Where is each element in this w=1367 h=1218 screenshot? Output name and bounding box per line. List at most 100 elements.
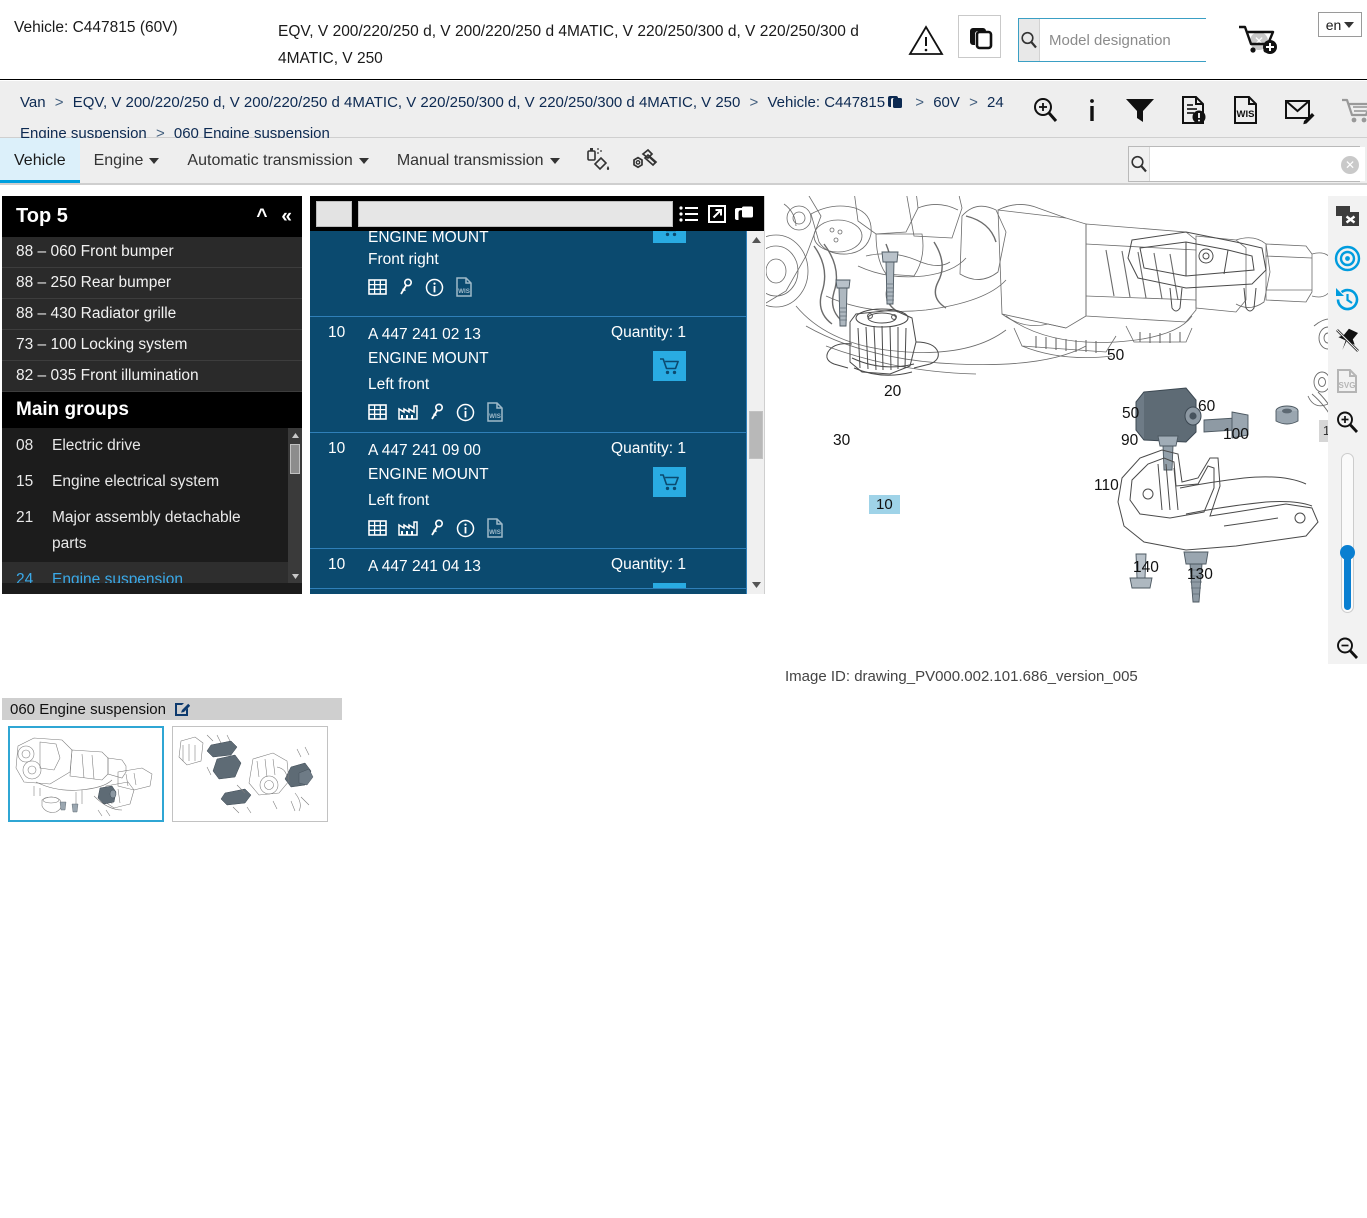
model-search-box[interactable]: ✕ [1018,18,1274,62]
tab-automatic-transmission[interactable]: Automatic transmission [173,138,382,183]
parts-position-filter[interactable] [316,200,352,227]
bolt-nut-icon[interactable] [630,146,660,176]
breadcrumb-item-vehicle[interactable]: Vehicle: C447815 [767,94,885,111]
scrollbar-thumb[interactable] [290,444,300,474]
table-row[interactable]: 10 A 447 241 04 13 Quantity: 1 [310,549,764,589]
sidebar-item-engine-electrical-system[interactable]: 15 Engine electrical system [2,464,302,500]
wis-document-icon[interactable]: WIS [486,518,504,538]
wis-document-icon[interactable]: WIS [486,402,504,422]
table-icon[interactable] [368,519,387,537]
copy-icon[interactable] [735,205,755,223]
breadcrumb-item-model[interactable]: EQV, V 200/220/250 d, V 200/220/250 d 4M… [73,94,741,111]
wrench-key-icon[interactable] [429,403,445,421]
list-view-icon[interactable] [679,205,699,223]
callout-90[interactable]: 90 [1121,432,1138,450]
wrench-key-icon[interactable] [429,519,445,537]
top5-item-0[interactable]: 88 – 060 Front bumper [2,237,302,268]
diagram-viewer[interactable]: 20 30 10 50 50 60 90 100 110 140 130 [766,196,1367,664]
callout-110[interactable]: 110 [1094,477,1119,495]
callout-50-lower[interactable]: 50 [1122,405,1139,423]
main-groups-title: Main groups [16,399,129,420]
reset-history-icon[interactable] [1333,285,1363,313]
breadcrumb-item-60v[interactable]: 60V [933,94,960,111]
copy-documents-button[interactable] [958,15,1001,58]
zoom-slider-handle[interactable] [1340,545,1355,560]
factory-icon[interactable] [398,403,418,421]
target-hotspot-icon[interactable] [1333,244,1363,272]
expand-icon[interactable] [708,204,726,223]
scroll-down-arrow-icon[interactable] [288,569,302,583]
info-circle-icon[interactable] [456,519,475,538]
cart-icon[interactable] [1340,95,1367,125]
zoom-slider[interactable] [1340,453,1355,613]
search-icon[interactable] [1019,19,1040,61]
paint-spray-icon[interactable] [584,146,614,176]
parts-search-box[interactable]: ✕ [1128,146,1365,182]
callout-60[interactable]: 60 [1198,398,1215,416]
wis-document-icon[interactable]: WIS [1232,95,1260,125]
scroll-down-arrow-icon[interactable] [747,576,764,594]
table-row[interactable]: 10 A 447 241 02 13 ENGINE MOUNT Left fro… [310,317,764,433]
svg-export-icon[interactable]: SVG [1333,367,1363,395]
parts-filter-input[interactable] [358,200,673,227]
add-to-cart-button[interactable] [653,231,686,243]
add-to-cart-button[interactable] [653,351,686,381]
language-selector[interactable]: en [1318,12,1362,37]
top5-item-1[interactable]: 88 – 250 Rear bumper [2,268,302,299]
info-circle-icon[interactable] [456,403,475,422]
add-to-cart-button[interactable] [653,583,686,588]
info-icon[interactable] [1084,95,1100,125]
callout-100[interactable]: 100 [1223,426,1249,444]
tab-engine[interactable]: Engine [80,138,174,183]
main-groups-scrollbar[interactable] [288,428,302,583]
warning-triangle-icon[interactable] [908,24,944,56]
mail-edit-icon[interactable] [1284,95,1316,125]
callout-30[interactable]: 30 [833,432,850,450]
zoom-out-icon[interactable] [1333,634,1363,662]
table-icon[interactable] [368,403,387,421]
breadcrumb-item-van[interactable]: Van [20,94,46,111]
callout-140[interactable]: 140 [1133,559,1159,577]
callout-50-upper[interactable]: 50 [1107,347,1124,365]
unpin-icon[interactable] [1333,326,1363,354]
sidebar-item-engine-suspension[interactable]: 24 Engine suspension [2,562,302,583]
top5-item-4[interactable]: 82 – 035 Front illumination [2,361,302,392]
zoom-in-search-icon[interactable] [1030,95,1060,125]
scroll-up-arrow-icon[interactable] [747,231,764,249]
table-row[interactable]: ENGINE MOUNT Front right WIS [310,231,764,317]
clear-icon[interactable]: ✕ [1341,156,1359,174]
thumbnail-drawing-1[interactable] [8,726,164,822]
callout-130[interactable]: 130 [1187,566,1213,584]
chevron-up-icon[interactable]: ^ [256,207,267,226]
chevron-double-left-icon[interactable]: « [281,207,292,226]
document-alert-icon[interactable] [1180,95,1208,125]
callout-10-highlighted[interactable]: 10 [869,495,900,514]
scrollbar-thumb[interactable] [749,411,763,459]
wrench-key-icon[interactable] [398,278,414,296]
tab-vehicle[interactable]: Vehicle [0,138,80,183]
parts-search-input[interactable] [1150,147,1365,181]
group-label: Electric drive [52,437,141,454]
sidebar-item-major-assembly-detachable-parts[interactable]: 21 Major assembly detachable parts [2,500,302,562]
copy-icon[interactable] [887,92,904,120]
add-to-cart-button[interactable] [653,467,686,497]
parts-scrollbar[interactable] [746,231,764,594]
cart-add-icon[interactable] [1237,22,1281,58]
filter-icon[interactable] [1124,95,1156,125]
factory-icon[interactable] [398,519,418,537]
zoom-in-icon[interactable] [1333,408,1363,436]
table-icon[interactable] [368,278,387,296]
sidebar-item-electric-drive[interactable]: 08 Electric drive [2,428,302,464]
callout-20[interactable]: 20 [884,383,901,401]
table-row[interactable]: 10 A 447 241 09 00 ENGINE MOUNT Left fro… [310,433,764,549]
tab-manual-transmission[interactable]: Manual transmission [383,138,574,183]
search-icon[interactable] [1129,147,1150,181]
top5-item-3[interactable]: 73 – 100 Locking system [2,330,302,361]
top5-item-2[interactable]: 88 – 430 Radiator grille [2,299,302,330]
wis-document-icon[interactable]: WIS [455,277,473,297]
scroll-up-arrow-icon[interactable] [288,428,302,442]
info-circle-icon[interactable] [425,278,444,297]
edit-pencil-icon[interactable] [174,701,190,717]
thumbnail-drawing-2[interactable] [172,726,328,822]
close-window-icon[interactable] [1333,203,1363,231]
